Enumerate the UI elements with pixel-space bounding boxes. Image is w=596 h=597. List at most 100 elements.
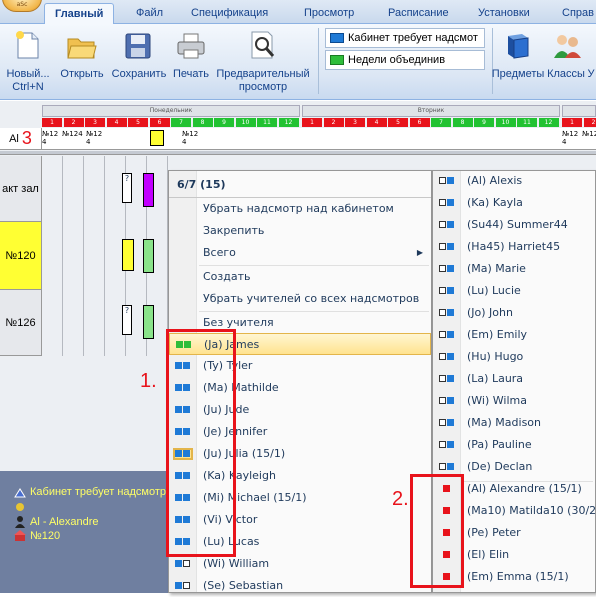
more-button[interactable]: У	[586, 68, 596, 81]
period-number: 6	[410, 118, 430, 127]
classes-button[interactable]: Классы	[546, 28, 586, 94]
new-button[interactable]: Новый... Ctrl+N	[6, 28, 50, 94]
info-teacher-text: Al - Alexandre	[30, 516, 98, 528]
menu-item-lock[interactable]: Закрепить	[169, 220, 431, 242]
free-slot-icon	[439, 375, 455, 383]
supervision-combo[interactable]: Кабинет требует надсмот	[325, 28, 485, 48]
menu-item-teacher[interactable]: (Lu) Lucie	[433, 280, 595, 302]
mini-card[interactable]: №12 4	[42, 130, 62, 146]
tab-specification[interactable]: Спецификация	[181, 3, 278, 24]
print-preview-button[interactable]: Предварительный просмотр	[214, 28, 312, 94]
mini-card[interactable]: №12 4	[182, 130, 202, 146]
row-header-room-120[interactable]: №120	[0, 222, 42, 290]
period-number: 4	[367, 118, 387, 127]
menu-item-label: (Su44) Summer44	[467, 214, 568, 236]
room-icon	[14, 530, 26, 542]
row-header-al[interactable]: Al 3	[0, 128, 42, 150]
app-menu-button[interactable]: aSc	[2, 0, 42, 12]
lesson-card[interactable]	[143, 173, 154, 207]
menu-item-label: (Pa) Pauline	[467, 434, 532, 456]
print-button[interactable]: Печать	[168, 28, 214, 94]
period-number: 6	[150, 118, 170, 127]
row-label: №126	[5, 317, 35, 329]
menu-item-teacher[interactable]: (Em) Emily	[433, 324, 595, 346]
menu-item-label: (La) Laura	[467, 368, 523, 390]
menu-item-teacher[interactable]: (Wi) Wilma	[433, 390, 595, 412]
menu-header: 6/7 (15)	[169, 174, 431, 196]
menu-item-label: (Lu) Lucie	[467, 280, 521, 302]
supervision-icon	[14, 487, 26, 499]
menu-item-teacher[interactable]: (Ha45) Harriet45	[433, 236, 595, 258]
menu-item-create[interactable]: Создать	[169, 266, 431, 288]
lesson-card[interactable]	[122, 239, 134, 271]
day-header-tuesday: Вторник	[302, 105, 560, 117]
mini-card[interactable]: №124	[62, 130, 86, 138]
menu-item-teacher[interactable]: (Se) Sebastian	[169, 575, 431, 597]
period-number: 1	[42, 118, 62, 127]
tab-timetable[interactable]: Расписание	[378, 3, 459, 24]
menu-item-label: (Al) Alexandre (15/1)	[467, 478, 582, 500]
annotation-number-3: 3	[22, 128, 32, 149]
selected-supervision-cell[interactable]	[150, 130, 164, 146]
mini-card[interactable]: №12 4	[562, 130, 582, 146]
free-slot-icon	[439, 419, 455, 427]
period-number: 4	[107, 118, 127, 127]
menu-item-label: (Pe) Peter	[467, 522, 521, 544]
lesson-card[interactable]: ?	[122, 173, 132, 203]
supervision-combo-value: Кабинет требует надсмот	[348, 32, 478, 44]
room-supervision-icon	[330, 33, 344, 43]
menu-item-label: Убрать учителей со всех надсмотров	[203, 288, 419, 310]
free-slot-icon	[439, 309, 455, 317]
row-header-room-126[interactable]: №126	[0, 290, 42, 356]
info-panel: Кабинет требует надсмотр Al - Alexandre …	[0, 471, 170, 593]
menu-item-remove-supervision[interactable]: Убрать надсмотр над кабинетом	[169, 198, 431, 220]
subjects-button[interactable]: Предметы	[490, 28, 546, 94]
subjects-label: Предметы	[490, 68, 546, 81]
period-number: 3	[85, 118, 105, 127]
menu-item-teacher[interactable]: (Jo) John	[433, 302, 595, 324]
lesson-card[interactable]	[143, 239, 154, 273]
row-divider	[0, 151, 596, 155]
period-number: 5	[128, 118, 148, 127]
menu-item-label: (El) Elin	[467, 544, 509, 566]
tab-help[interactable]: Справ	[552, 3, 596, 24]
tab-view[interactable]: Просмотр	[294, 3, 364, 24]
weeks-combo[interactable]: Недели объединив	[325, 50, 485, 70]
open-button[interactable]: Открыть	[57, 28, 107, 94]
menu-item-remove-all-teachers[interactable]: Убрать учителей со всех надсмотров	[169, 288, 431, 310]
menu-item-label: (Jo) John	[467, 302, 513, 324]
menu-item-teacher[interactable]: (Su44) Summer44	[433, 214, 595, 236]
free-slot-icon	[439, 221, 455, 229]
period-number: 2	[324, 118, 344, 127]
new-label: Новый...	[6, 68, 50, 81]
tab-settings[interactable]: Установки	[468, 3, 540, 24]
menu-item-label: Всего	[203, 242, 236, 264]
day-header-monday: Понедельник	[42, 105, 300, 117]
menu-item-teacher[interactable]: (Hu) Hugo	[433, 346, 595, 368]
menu-item-label: (Em) Emily	[467, 324, 527, 346]
tab-file[interactable]: Файл	[126, 3, 173, 24]
ribbon-separator	[318, 28, 319, 94]
lesson-card[interactable]	[143, 305, 154, 339]
free-slot-icon	[439, 397, 455, 405]
menu-item-teacher[interactable]: (Ma) Marie	[433, 258, 595, 280]
lesson-card[interactable]: ?	[122, 305, 132, 335]
mini-card[interactable]: №12 4	[86, 130, 106, 146]
mini-card[interactable]: №124	[582, 130, 596, 138]
menu-item-teacher[interactable]: (Al) Alexis	[433, 170, 595, 192]
annotation-box-2	[410, 474, 464, 588]
period-number: 8	[453, 118, 473, 127]
menu-item-teacher[interactable]: (Ka) Kayla	[433, 192, 595, 214]
menu-item-teacher[interactable]: (Pa) Pauline	[433, 434, 595, 456]
classes-label: Классы	[546, 68, 586, 81]
open-label: Открыть	[57, 68, 107, 81]
menu-item-label: (Hu) Hugo	[467, 346, 523, 368]
row-header-assembly-hall[interactable]: акт зал	[0, 156, 42, 222]
menu-item-label: (Ma10) Matilda10 (30/2)	[467, 500, 596, 522]
save-button[interactable]: Сохранить	[108, 28, 170, 94]
menu-item-all[interactable]: Всего ▶	[169, 242, 431, 264]
annotation-box-1	[166, 329, 236, 557]
menu-item-teacher[interactable]: (La) Laura	[433, 368, 595, 390]
menu-item-teacher[interactable]: (Ma) Madison	[433, 412, 595, 434]
tab-main[interactable]: Главный	[44, 3, 114, 24]
